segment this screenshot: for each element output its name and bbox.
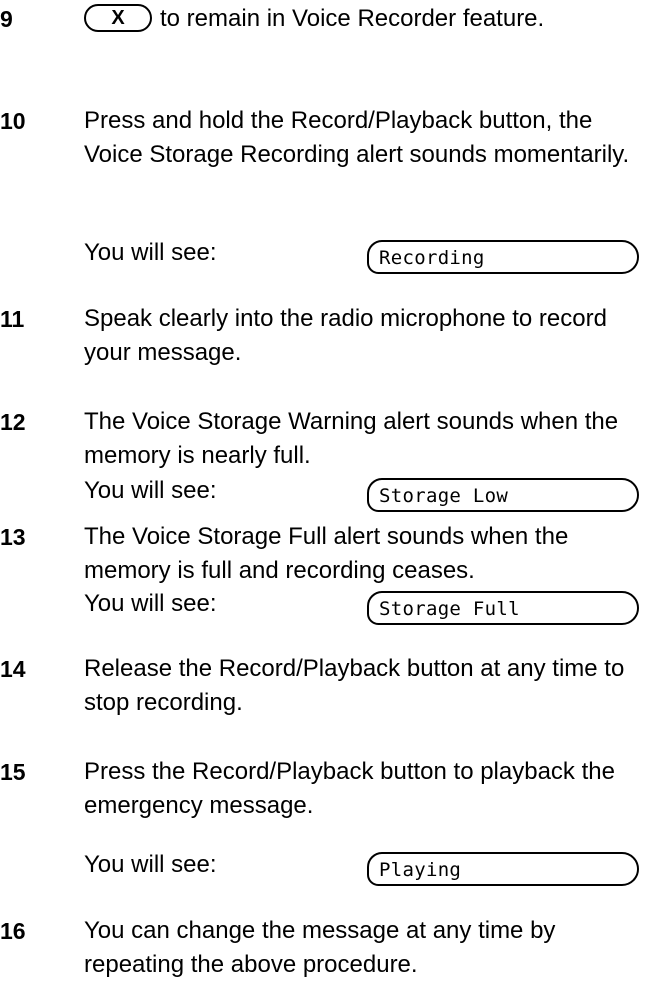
step-number: 14	[0, 656, 26, 682]
step-text: Press the Record/Playback button to play…	[84, 758, 615, 819]
radio-display: Storage Low	[367, 478, 639, 512]
step-text-content: to remain in Voice Recorder feature.	[160, 5, 545, 32]
step-text: The Voice Storage Full alert sounds when…	[84, 523, 569, 584]
step-text: You can change the message at any time b…	[84, 917, 556, 978]
radio-display: Storage Full	[367, 591, 639, 625]
display-text: Playing	[379, 859, 462, 881]
display-text: Storage Full	[379, 598, 520, 620]
you-will-see-row: You will see: Recording	[84, 236, 654, 276]
step-number: 9	[0, 6, 13, 32]
you-will-see-label: You will see:	[84, 239, 217, 266]
you-will-see-label: You will see:	[84, 851, 217, 878]
step-number: 11	[0, 306, 25, 332]
you-will-see-row: You will see: Playing	[84, 848, 654, 888]
step-text: Release the Record/Playback button at an…	[84, 655, 625, 716]
you-will-see-label: You will see:	[84, 477, 217, 504]
step-text: Speak clearly into the radio microphone …	[84, 305, 607, 366]
step-number: 16	[0, 918, 26, 944]
step-number: 13	[0, 524, 26, 550]
step-number: 15	[0, 759, 26, 785]
you-will-see-label: You will see:	[84, 590, 217, 617]
display-text: Recording	[379, 247, 485, 269]
display-text: Storage Low	[379, 485, 509, 507]
step-text: Press and hold the Record/Playback butto…	[84, 107, 630, 168]
step-number: 12	[0, 409, 26, 435]
x-key-icon: X	[84, 3, 152, 32]
radio-display: Playing	[367, 852, 639, 886]
step-number: 10	[0, 108, 26, 134]
you-will-see-row: You will see: Storage Low	[84, 474, 654, 514]
you-will-see-row: You will see: Storage Full	[84, 587, 654, 627]
radio-display: Recording	[367, 240, 639, 274]
step-text: Xto remain in Voice Recorder feature.	[84, 2, 654, 36]
step-text: The Voice Storage Warning alert sounds w…	[84, 408, 619, 469]
